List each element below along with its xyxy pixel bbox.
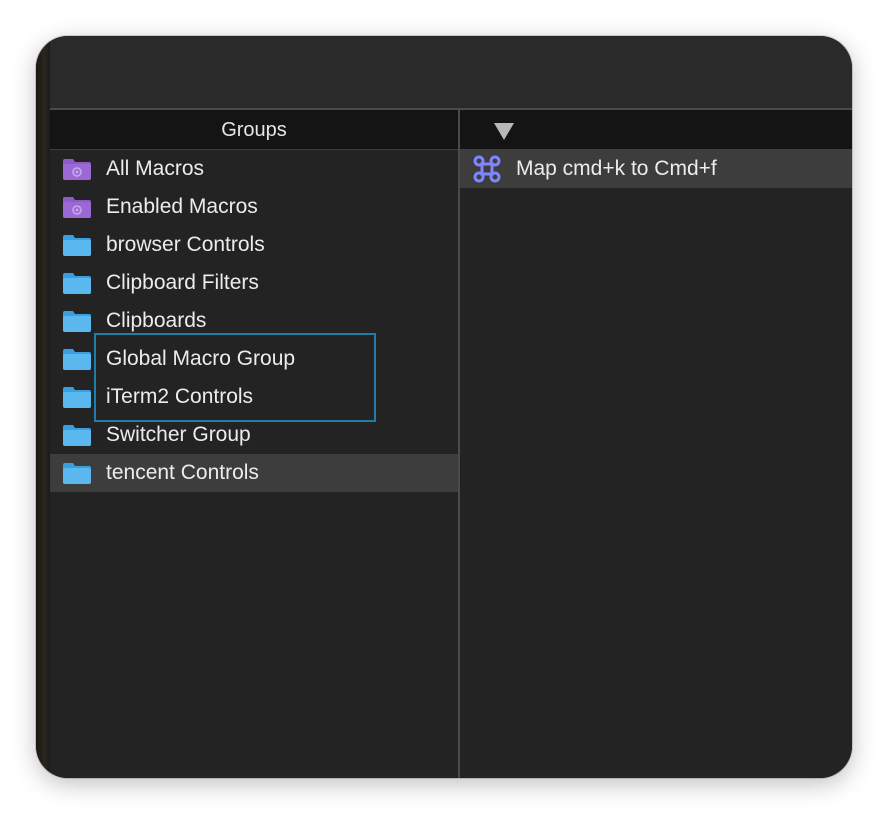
smart-folder-icon [62, 157, 92, 181]
folder-icon [62, 461, 92, 485]
folder-icon [62, 423, 92, 447]
window-edge [36, 36, 50, 778]
groups-column-header[interactable]: Groups [50, 110, 458, 150]
macros-pane: Map cmd+k to Cmd+f [460, 110, 852, 778]
folder-icon [62, 385, 92, 409]
groups-pane: Groups All Macros Enabled Macros browser [50, 110, 458, 778]
group-item-all-macros[interactable]: All Macros [50, 150, 458, 188]
folder-icon [62, 347, 92, 371]
folder-icon [62, 271, 92, 295]
group-item-switcher-group[interactable]: Switcher Group [50, 416, 458, 454]
group-item-global-macro-group[interactable]: Global Macro Group [50, 340, 458, 378]
group-item-label: Clipboard Filters [106, 271, 259, 294]
groups-list: All Macros Enabled Macros browser Contro… [50, 150, 458, 492]
group-item-enabled-macros[interactable]: Enabled Macros [50, 188, 458, 226]
group-item-browser-controls[interactable]: browser Controls [50, 226, 458, 264]
smart-folder-icon [62, 195, 92, 219]
macros-column-header[interactable] [460, 110, 852, 150]
group-item-label: Enabled Macros [106, 195, 258, 218]
macro-item-map-cmd-k[interactable]: Map cmd+k to Cmd+f [460, 150, 852, 188]
group-item-label: All Macros [106, 157, 205, 180]
group-item-clipboard-filters[interactable]: Clipboard Filters [50, 264, 458, 302]
group-item-label: Switcher Group [106, 423, 251, 446]
groups-header-label: Groups [221, 119, 287, 141]
group-item-clipboards[interactable]: Clipboards [50, 302, 458, 340]
macro-item-label: Map cmd+k to Cmd+f [516, 157, 717, 180]
group-item-label: Clipboards [106, 309, 207, 332]
folder-icon [62, 309, 92, 333]
keyboard-maestro-window: Groups All Macros Enabled Macros browser [36, 36, 852, 778]
group-item-label: Global Macro Group [106, 347, 296, 370]
window-toolbar [50, 36, 852, 108]
group-item-label: browser Controls [106, 233, 265, 256]
group-item-label: iTerm2 Controls [106, 385, 254, 408]
group-item-tencent-controls[interactable]: tencent Controls [50, 454, 458, 492]
group-item-iterm2-controls[interactable]: iTerm2 Controls [50, 378, 458, 416]
folder-icon [62, 233, 92, 257]
macros-list: Map cmd+k to Cmd+f [460, 150, 852, 188]
command-key-icon [472, 154, 502, 184]
sort-descending-icon[interactable] [494, 123, 514, 140]
group-item-label: tencent Controls [106, 461, 259, 484]
